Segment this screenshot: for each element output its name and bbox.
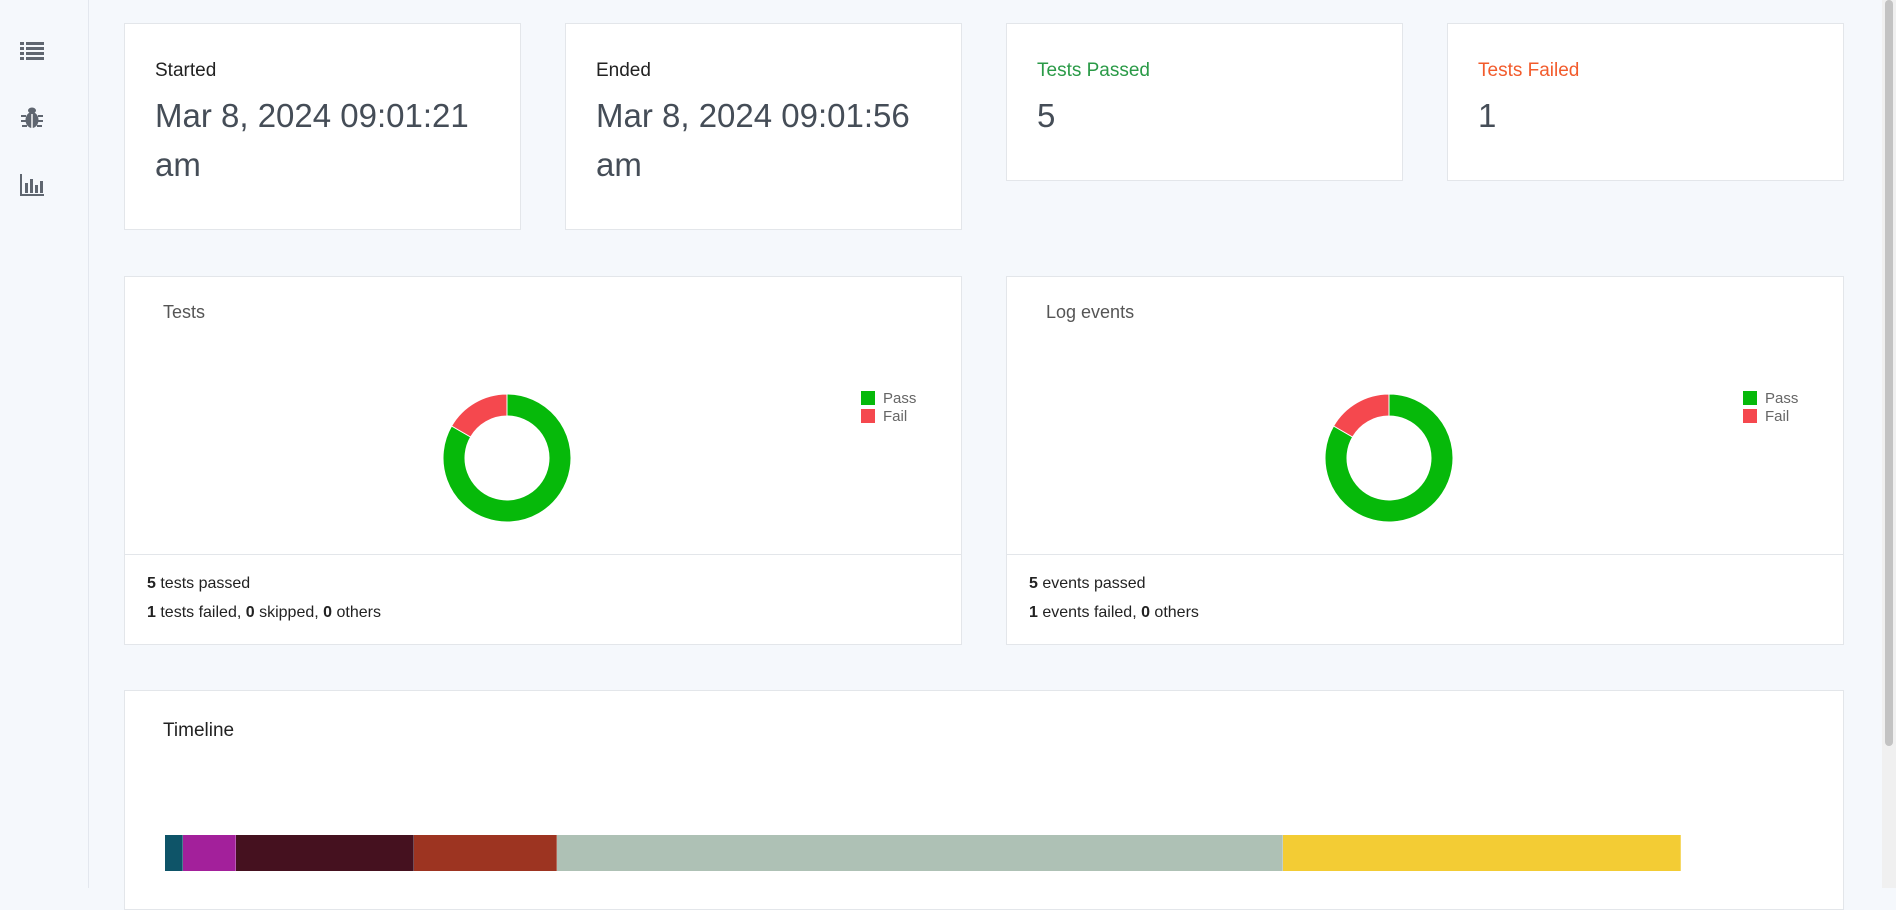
events-summary-line2: 1 events failed, 0 others xyxy=(1029,604,1199,622)
timeline-bar xyxy=(165,835,1681,871)
legend-label-fail: Fail xyxy=(883,407,908,425)
timeline-segment-1[interactable] xyxy=(165,835,183,871)
ended-card: Ended Mar 8, 2024 09:01:56 am xyxy=(565,23,962,230)
legend-label-pass: Pass xyxy=(1765,389,1799,407)
passed-count: 5 xyxy=(147,575,156,592)
events-passed-count: 5 xyxy=(1029,575,1038,592)
fail-swatch xyxy=(861,409,875,423)
tests-passed-card: Tests Passed 5 xyxy=(1006,23,1403,181)
timeline-title: Timeline xyxy=(163,720,235,741)
events-failed-text: events failed, xyxy=(1037,604,1142,621)
fail-swatch xyxy=(1743,409,1757,423)
ended-value-line2: am xyxy=(596,146,642,183)
events-summary: 5 events passed 1 events failed, 0 other… xyxy=(1007,554,1843,644)
events-others-count: 0 xyxy=(1141,604,1150,621)
ended-label: Ended xyxy=(596,60,651,81)
legend-item-fail: Fail xyxy=(1743,407,1798,425)
tests-legend: Pass Fail xyxy=(861,389,916,425)
events-summary-line1: 5 events passed xyxy=(1029,575,1146,593)
legend-label-pass: Pass xyxy=(883,389,917,407)
passed-text: tests passed xyxy=(155,575,251,592)
events-passed-text: events passed xyxy=(1037,575,1146,592)
started-label: Started xyxy=(155,60,217,81)
legend-item-pass: Pass xyxy=(1743,389,1798,407)
events-failed-count: 1 xyxy=(1029,604,1038,621)
tests-chart-card: Tests Pass Fail 5 tests passed 1 tests f… xyxy=(124,276,962,645)
started-value-line1: Mar 8, 2024 09:01:21 xyxy=(155,97,469,134)
tests-failed-label: Tests Failed xyxy=(1478,60,1580,81)
others-count: 0 xyxy=(323,604,333,621)
tests-summary: 5 tests passed 1 tests failed, 0 skipped… xyxy=(125,554,961,644)
events-others-text: others xyxy=(1149,604,1199,621)
failed-text: tests failed, xyxy=(155,604,246,621)
skipped-count: 0 xyxy=(245,604,255,621)
tests-chart-title: Tests xyxy=(163,302,206,322)
sidebar xyxy=(0,0,89,888)
tests-summary-line1: 5 tests passed xyxy=(147,575,250,593)
started-value-line2: am xyxy=(155,146,201,183)
pass-swatch xyxy=(861,391,875,405)
events-donut-chart xyxy=(1324,393,1454,523)
events-legend: Pass Fail xyxy=(1743,389,1798,425)
failed-count: 1 xyxy=(147,604,156,621)
legend-item-pass: Pass xyxy=(861,389,916,407)
legend-label-fail: Fail xyxy=(1765,407,1790,425)
donut-slice-fail xyxy=(450,393,508,438)
timeline-segment-4[interactable] xyxy=(414,835,557,871)
bug-icon[interactable] xyxy=(18,103,46,131)
timeline-segment-3[interactable] xyxy=(236,835,415,871)
ended-value: Mar 8, 2024 09:01:56 am xyxy=(596,91,910,189)
timeline-card: Timeline xyxy=(124,690,1844,910)
started-card: Started Mar 8, 2024 09:01:21 am xyxy=(124,23,521,230)
timeline-segment-6[interactable] xyxy=(1283,835,1681,871)
bar-chart-icon[interactable] xyxy=(18,171,46,199)
scrollbar-thumb[interactable] xyxy=(1885,0,1893,746)
timeline-segment-2[interactable] xyxy=(182,835,237,871)
ended-value-line1: Mar 8, 2024 09:01:56 xyxy=(596,97,910,134)
tests-passed-value: 5 xyxy=(1037,97,1056,134)
events-chart-card: Log events Pass Fail 5 events passed 1 e… xyxy=(1006,276,1844,645)
started-value: Mar 8, 2024 09:01:21 am xyxy=(155,91,469,189)
timeline-segment-5[interactable] xyxy=(556,835,1284,871)
tests-failed-card: Tests Failed 1 xyxy=(1447,23,1844,181)
tests-donut-chart xyxy=(442,393,572,523)
tests-summary-line2: 1 tests failed, 0 skipped, 0 others xyxy=(147,604,381,622)
pass-swatch xyxy=(1743,391,1757,405)
donut-slice-fail xyxy=(1332,393,1390,438)
events-chart-title: Log events xyxy=(1046,302,1135,322)
list-icon[interactable] xyxy=(18,36,46,64)
skipped-text: skipped, xyxy=(254,604,324,621)
others-text: others xyxy=(332,604,381,621)
vertical-scrollbar[interactable] xyxy=(1882,0,1896,888)
tests-failed-value: 1 xyxy=(1478,97,1497,134)
legend-item-fail: Fail xyxy=(861,407,916,425)
tests-passed-label: Tests Passed xyxy=(1037,60,1150,81)
